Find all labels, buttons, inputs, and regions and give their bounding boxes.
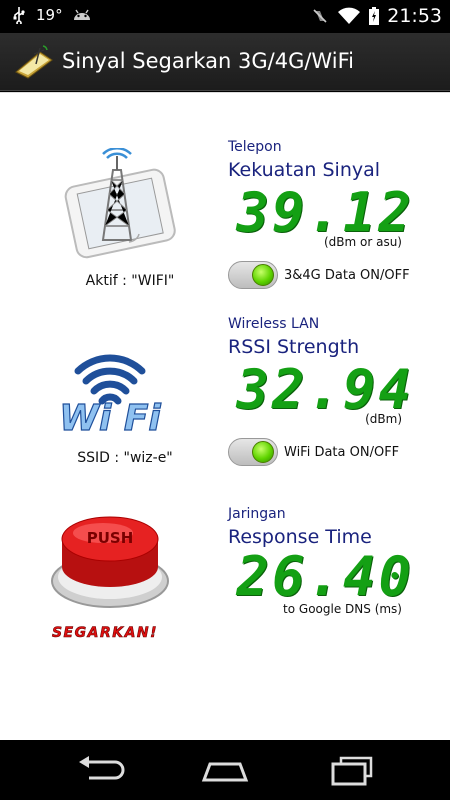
action-bar: Sinyal Segarkan 3G/4G/WiFi <box>0 33 450 91</box>
push-refresh-button[interactable]: PUSH SEGARKAN! <box>45 501 175 646</box>
usb-icon <box>13 7 25 24</box>
wifi-data-toggle-label: WiFi Data ON/OFF <box>284 445 400 460</box>
phone-label: Telepon <box>228 139 282 155</box>
toggle-knob <box>252 441 274 463</box>
wireless-lan-label: Wireless LAN <box>228 316 320 332</box>
signal-strength-unit: (dBm or asu) <box>323 235 402 249</box>
response-time-value: 26.40 <box>236 545 414 608</box>
wifi-logo-illustration: Wi Fi <box>59 354 162 440</box>
toggle-knob <box>252 264 274 286</box>
main-content: Aktif : "WIFI" Telepon Kekuatan Sinyal 3… <box>0 92 450 740</box>
ssid-caption: SSID : "wiz-e" <box>77 450 173 466</box>
status-bar: 19° 21:53 <box>0 0 450 33</box>
phone-tower-illustration <box>64 148 176 259</box>
app-signal-icon[interactable] <box>14 44 54 80</box>
wifi-logo-text: Wi Fi <box>59 398 161 439</box>
home-icon[interactable] <box>200 754 250 786</box>
rssi-strength-unit: (dBm) <box>365 412 402 426</box>
active-connection-caption: Aktif : "WIFI" <box>85 273 175 289</box>
app-title: Sinyal Segarkan 3G/4G/WiFi <box>62 49 354 73</box>
mobile-data-toggle[interactable] <box>228 261 278 289</box>
battery-icon <box>369 7 380 25</box>
rssi-strength-title: RSSI Strength <box>228 336 360 358</box>
clock-text: 21:53 <box>387 5 442 27</box>
android-icon <box>73 9 90 20</box>
mobile-data-toggle-label: 3&4G Data ON/OFF <box>284 268 410 283</box>
push-button-caption: SEGARKAN! <box>52 625 158 641</box>
navigation-bar <box>0 740 450 800</box>
network-label: Jaringan <box>228 506 286 522</box>
mute-icon <box>313 9 327 23</box>
wifi-icon <box>338 7 361 24</box>
signal-strength-title: Kekuatan Sinyal <box>228 159 381 181</box>
back-icon[interactable] <box>75 754 125 786</box>
response-time-unit: to Google DNS (ms) <box>283 602 402 616</box>
wifi-data-toggle[interactable] <box>228 438 278 466</box>
push-button-text: PUSH <box>87 529 134 547</box>
temperature-text: 19° <box>36 6 63 24</box>
recents-icon[interactable] <box>327 754 377 786</box>
